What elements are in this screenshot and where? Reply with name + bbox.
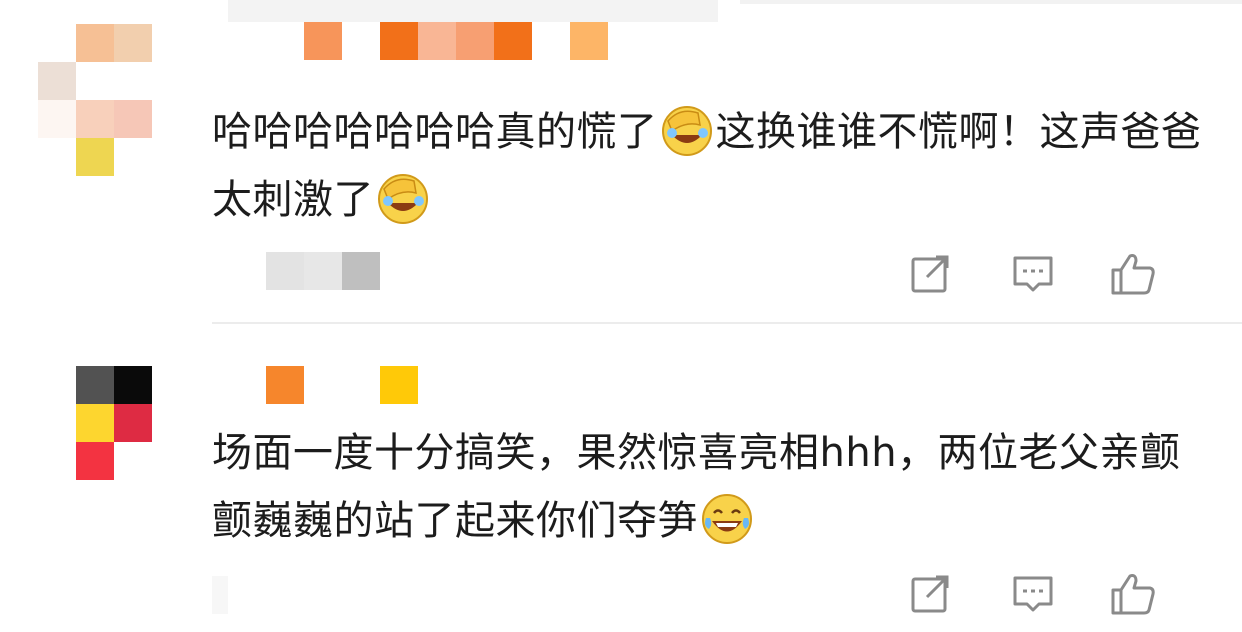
share-icon (906, 568, 956, 618)
comment-text-part1: 哈哈哈哈哈哈哈真的慌了 (212, 109, 658, 155)
comment-actions (902, 568, 1202, 618)
comment-text: 场面一度十分搞笑，果然惊喜亮相hhh，两位老父亲颤颤巍巍的站了起来你们夺笋 (212, 419, 1212, 555)
share-button[interactable] (906, 568, 956, 618)
reply-button[interactable] (1008, 568, 1058, 618)
facepalm-laugh-icon (660, 103, 714, 157)
comment-icon (1008, 568, 1058, 618)
share-icon (906, 248, 956, 298)
comment-actions (902, 248, 1202, 298)
comment-text: 哈哈哈哈哈哈哈真的慌了 这换谁谁不慌啊！这声爸爸太刺激了 (212, 98, 1212, 234)
comment-meta (212, 576, 232, 614)
tears-of-joy-icon (700, 492, 754, 546)
comment-item: 哈哈哈哈哈哈哈真的慌了 这换谁谁不慌啊！这声爸爸太刺激了 (0, 0, 1242, 322)
comment-item: 场面一度十分搞笑，果然惊喜亮相hhh，两位老父亲颤颤巍巍的站了起来你们夺笋 (0, 324, 1242, 632)
comment-meta (266, 252, 382, 290)
thumbs-up-icon (1108, 248, 1158, 298)
avatar[interactable] (38, 354, 152, 480)
username[interactable] (266, 366, 420, 406)
comment-icon (1008, 248, 1058, 298)
comment-text-part1: 场面一度十分搞笑，果然惊喜亮相hhh，两位老父亲颤颤巍巍的站了起来你们夺笋 (212, 430, 1181, 544)
facepalm-laugh-icon (376, 171, 430, 225)
like-button[interactable] (1108, 248, 1158, 298)
share-button[interactable] (906, 248, 956, 298)
thumbs-up-icon (1108, 568, 1158, 618)
reply-button[interactable] (1008, 248, 1058, 298)
avatar[interactable] (38, 24, 152, 176)
like-button[interactable] (1108, 568, 1158, 618)
username[interactable] (304, 22, 614, 62)
